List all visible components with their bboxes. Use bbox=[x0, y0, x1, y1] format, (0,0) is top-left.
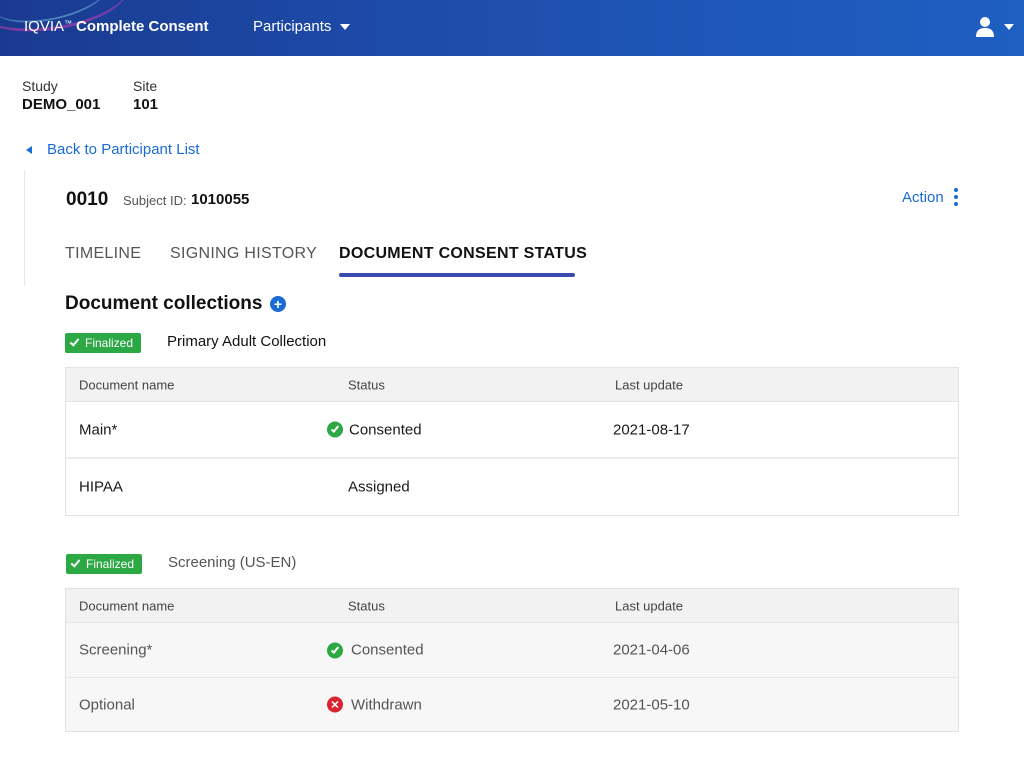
status-text: Withdrawn bbox=[351, 696, 422, 713]
last-update: 2021-05-10 bbox=[613, 696, 690, 713]
x-circle-icon: ✕ bbox=[327, 696, 343, 713]
subject-id-value: 1010055 bbox=[191, 191, 250, 208]
tab-timeline[interactable]: TIMELINE bbox=[65, 245, 141, 263]
status-text: Consented bbox=[349, 421, 422, 438]
document-name: Optional bbox=[79, 696, 135, 713]
document-status: ✕ Withdrawn bbox=[327, 696, 422, 713]
brand-prefix: IQVIA bbox=[24, 18, 65, 35]
checkmark-icon bbox=[70, 557, 81, 568]
back-link-label: Back to Participant List bbox=[47, 141, 200, 158]
divider bbox=[24, 170, 25, 286]
document-table: Document name Status Last update Screeni… bbox=[65, 588, 959, 732]
column-header-document-name: Document name bbox=[79, 377, 175, 392]
user-icon bbox=[976, 17, 994, 37]
tab-signing-history[interactable]: SIGNING HISTORY bbox=[170, 245, 317, 263]
document-name: Screening* bbox=[79, 641, 153, 659]
action-label: Action bbox=[902, 188, 944, 206]
status-badge: Finalized bbox=[65, 333, 142, 353]
participants-nav-menu[interactable]: Participants bbox=[253, 18, 351, 35]
column-header-last-update: Last update bbox=[615, 377, 683, 392]
document-status: Consented bbox=[327, 642, 424, 659]
check-circle-icon bbox=[327, 421, 343, 438]
participant-number: 0010 bbox=[66, 189, 109, 210]
table-row[interactable]: Screening* Consented 2021-04-06 bbox=[66, 623, 958, 678]
status-badge: Finalized bbox=[66, 554, 143, 574]
document-status: Consented bbox=[327, 421, 422, 438]
study-value: DEMO_001 bbox=[22, 96, 101, 113]
table-row[interactable]: Main* Consented 2021-08-17 bbox=[66, 402, 958, 459]
add-collection-button[interactable]: + bbox=[270, 296, 286, 312]
participants-nav-label: Participants bbox=[253, 18, 332, 35]
last-update: 2021-08-17 bbox=[613, 421, 690, 438]
check-circle-icon bbox=[327, 642, 343, 658]
document-name: Main* bbox=[79, 421, 118, 438]
brand-trademark: ™ bbox=[64, 19, 73, 28]
badge-label: Finalized bbox=[85, 336, 134, 350]
study-label: Study bbox=[22, 78, 58, 94]
chevron-down-icon bbox=[1004, 24, 1014, 30]
section-title: Document collections bbox=[65, 293, 263, 314]
back-to-participant-list-link[interactable]: Back to Participant List bbox=[26, 141, 200, 158]
chevron-down-icon bbox=[340, 23, 351, 30]
table-row[interactable]: Optional ✕ Withdrawn 2021-05-10 bbox=[66, 678, 958, 731]
table-header: Document name Status Last update bbox=[66, 589, 958, 623]
column-header-document-name: Document name bbox=[79, 598, 175, 613]
column-header-status: Status bbox=[348, 598, 385, 613]
site-label: Site bbox=[133, 78, 158, 94]
document-table: Document name Status Last update Main* C… bbox=[65, 367, 959, 516]
column-header-status: Status bbox=[348, 377, 385, 392]
top-navigation-bar: IQVIA™ Complete Consent Participants bbox=[0, 0, 1024, 56]
subject-id-label: Subject ID: bbox=[123, 193, 187, 208]
status-text: Assigned bbox=[348, 478, 410, 496]
checkmark-icon bbox=[69, 336, 80, 347]
table-header: Document name Status Last update bbox=[66, 368, 958, 402]
brand-name: Complete Consent bbox=[76, 18, 209, 35]
active-tab-indicator bbox=[339, 273, 575, 277]
document-name: HIPAA bbox=[79, 478, 123, 496]
caret-left-icon bbox=[26, 145, 32, 154]
badge-label: Finalized bbox=[86, 557, 135, 571]
status-text: Consented bbox=[351, 641, 424, 659]
action-menu-button[interactable]: Action bbox=[902, 188, 958, 206]
column-header-last-update: Last update bbox=[615, 598, 683, 613]
user-menu[interactable] bbox=[975, 16, 1014, 38]
table-row[interactable]: HIPAA Assigned bbox=[66, 459, 958, 515]
plus-icon: + bbox=[273, 296, 283, 312]
app-brand[interactable]: IQVIA™ Complete Consent bbox=[24, 18, 209, 35]
site-value: 101 bbox=[133, 96, 159, 113]
more-vertical-icon bbox=[953, 188, 958, 206]
collection-name: Screening (US-EN) bbox=[168, 554, 297, 571]
collection-name: Primary Adult Collection bbox=[167, 333, 327, 350]
tab-document-consent-status[interactable]: DOCUMENT CONSENT STATUS bbox=[339, 245, 587, 263]
last-update: 2021-04-06 bbox=[613, 641, 690, 659]
